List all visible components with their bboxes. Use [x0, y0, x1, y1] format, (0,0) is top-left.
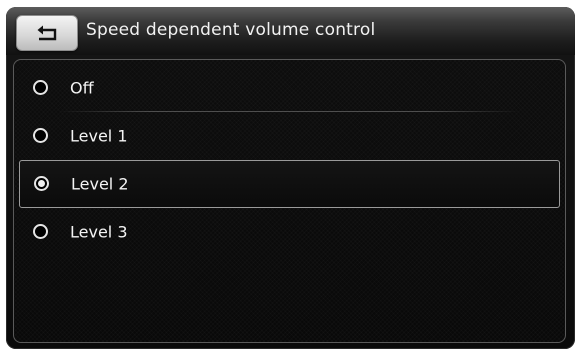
- option-level-1[interactable]: Level 1: [19, 112, 560, 160]
- option-label: Level 2: [71, 174, 129, 194]
- option-label: Level 3: [70, 222, 128, 242]
- screen: Speed dependent volume control Off Level…: [6, 7, 575, 349]
- options-panel: Off Level 1 Level 2 Level 3: [13, 59, 566, 343]
- page-title: Speed dependent volume control: [86, 20, 376, 40]
- back-button[interactable]: [16, 15, 78, 51]
- option-label: Level 1: [70, 126, 128, 146]
- radio-button[interactable]: [33, 224, 48, 239]
- radio-button-checked[interactable]: [34, 176, 49, 191]
- option-off[interactable]: Off: [19, 64, 560, 112]
- option-level-3[interactable]: Level 3: [19, 208, 560, 256]
- radio-button[interactable]: [33, 80, 48, 95]
- radio-button[interactable]: [33, 128, 48, 143]
- option-level-2[interactable]: Level 2: [19, 160, 560, 208]
- back-arrow-icon: [34, 24, 60, 42]
- header-bar: Speed dependent volume control: [6, 7, 575, 55]
- option-list: Off Level 1 Level 2 Level 3: [14, 64, 565, 256]
- option-label: Off: [70, 78, 94, 98]
